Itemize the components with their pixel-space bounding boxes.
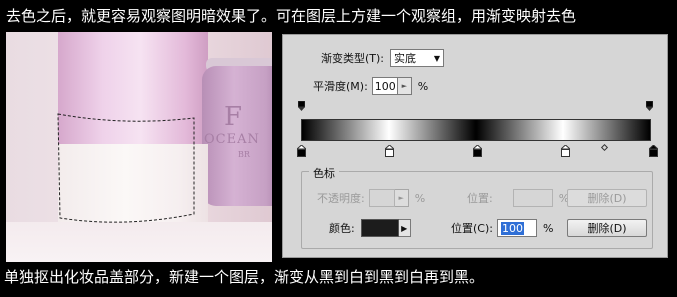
opacity-unit: % bbox=[414, 191, 426, 205]
top-caption: 去色之后，就更容易观察图明暗效果了。可在图层上方建一个观察组，用渐变映射去色 bbox=[6, 7, 577, 25]
marching-ants-selection[interactable] bbox=[54, 110, 200, 228]
gradient-type-label: 渐变类型(T): bbox=[321, 52, 385, 65]
opacity-stop-right[interactable] bbox=[646, 101, 653, 111]
color-stops-group bbox=[301, 171, 653, 249]
gradient-preview-bar[interactable] bbox=[301, 119, 651, 141]
opacity-location-input[interactable] bbox=[512, 189, 553, 207]
opacity-row: 不透明度: ► % bbox=[317, 189, 425, 207]
brand-subtitle: BR bbox=[238, 150, 250, 159]
opacity-location-row: 位置: % bbox=[467, 189, 569, 207]
color-menu-arrow[interactable]: ▶ bbox=[398, 219, 411, 237]
delete-opacity-stop-button[interactable]: 删除(D) bbox=[567, 189, 647, 207]
color-swatch[interactable] bbox=[360, 219, 399, 237]
smoothness-value: 100 bbox=[374, 79, 396, 93]
color-stop-2[interactable] bbox=[472, 145, 482, 157]
color-location-unit: % bbox=[542, 221, 554, 235]
brand-letter: F bbox=[224, 102, 243, 132]
color-label: 颜色: bbox=[329, 222, 355, 235]
opacity-slider-toggle[interactable]: ► bbox=[394, 189, 409, 207]
midpoint-diamond[interactable] bbox=[600, 143, 608, 152]
color-stop-3[interactable] bbox=[560, 145, 570, 157]
smoothness-unit: % bbox=[417, 79, 429, 93]
color-location-input[interactable]: 100 bbox=[496, 219, 537, 237]
smoothness-label: 平滑度(M): bbox=[313, 80, 368, 93]
opacity-stop-left[interactable] bbox=[298, 101, 305, 111]
product-photo: F OCEAN BR bbox=[6, 32, 272, 262]
color-stop-4[interactable] bbox=[648, 145, 658, 157]
color-location-label: 位置(C): bbox=[451, 222, 493, 235]
gradient-type-value: 实底 bbox=[394, 52, 417, 65]
color-location-value: 100 bbox=[500, 221, 524, 235]
opacity-location-label: 位置: bbox=[467, 192, 493, 205]
opacity-input[interactable] bbox=[368, 189, 395, 207]
smoothness-slider-toggle[interactable]: ► bbox=[397, 77, 412, 95]
color-stops-title: 色标 bbox=[309, 165, 339, 181]
color-location-row: 位置(C): 100 % bbox=[451, 219, 553, 237]
table-reflection bbox=[6, 222, 272, 262]
gradient-editor-panel: 渐变类型(T): 实底 ▼ 平滑度(M): 100 ► % 色标 不透明度: ►… bbox=[282, 34, 668, 258]
gradient-type-row: 渐变类型(T): 实底 ▼ bbox=[321, 49, 445, 67]
brand-name: OCEAN bbox=[204, 132, 260, 147]
gradient-type-select[interactable]: 实底 ▼ bbox=[390, 49, 445, 67]
color-stop-1[interactable] bbox=[384, 145, 394, 157]
delete-color-stop-button[interactable]: 删除(D) bbox=[567, 219, 647, 237]
smoothness-input[interactable]: 100 bbox=[371, 77, 398, 95]
smoothness-row: 平滑度(M): 100 ► % bbox=[313, 77, 428, 95]
color-stop-0[interactable] bbox=[296, 145, 306, 157]
color-row: 颜色: ▶ bbox=[329, 219, 411, 237]
bottom-caption: 单独抠出化妆品盖部分，新建一个图层，渐变从黑到白到黑到白再到黑。 bbox=[4, 268, 485, 286]
chevron-down-icon: ▼ bbox=[433, 53, 441, 63]
opacity-label: 不透明度: bbox=[317, 192, 365, 205]
